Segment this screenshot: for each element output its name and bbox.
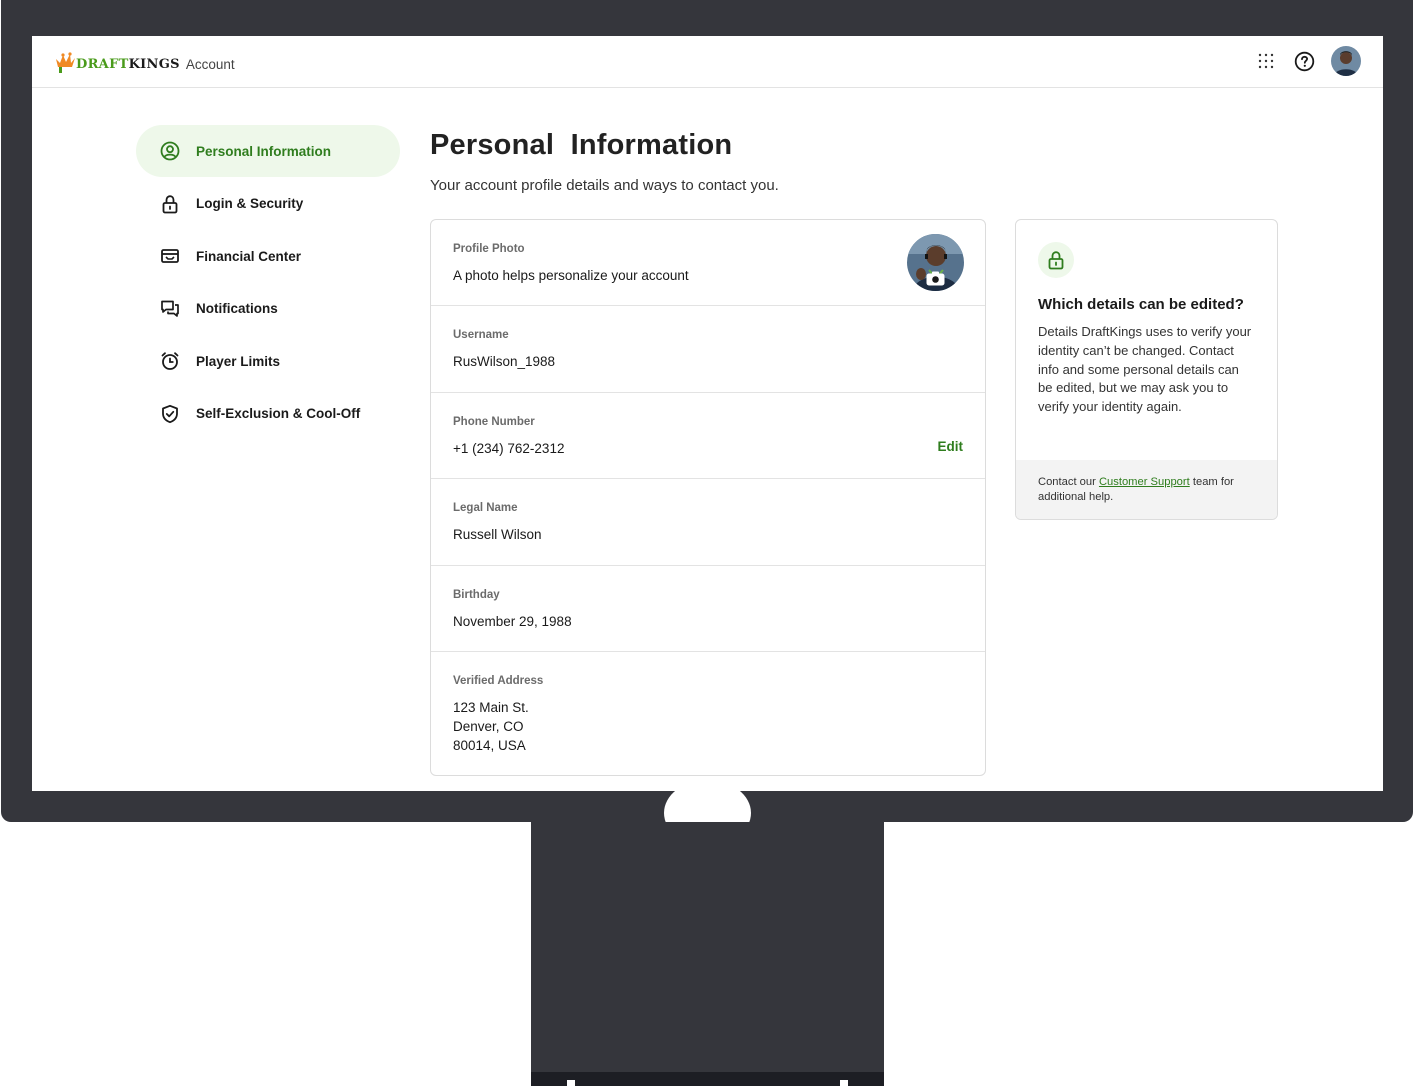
brand-kings: KINGS <box>128 57 180 72</box>
sidebar-item-notifications[interactable]: Notifications <box>136 283 400 335</box>
username-row: Username RusWilson_1988 <box>431 306 985 393</box>
username-value: RusWilson_1988 <box>453 354 556 370</box>
verified-address-value: 123 Main St. Denver, CO 80014, USA <box>453 698 963 755</box>
sidebar-item-label: Notifications <box>196 301 278 317</box>
monitor-stand-base <box>531 1072 884 1086</box>
profile-photo[interactable] <box>907 234 964 291</box>
edit-info-body: Which details can be edited? Details Dra… <box>1016 220 1277 460</box>
birthday-label: Birthday <box>453 588 500 601</box>
sidebar-item-label: Player Limits <box>196 353 281 369</box>
sidebar-item-label: Personal Information <box>196 143 332 159</box>
profile-details-card: Profile Photo A photo helps personalize … <box>430 219 986 776</box>
sidebar-item-login-security[interactable]: Login & Security <box>136 178 400 230</box>
sidebar-item-label: Financial Center <box>196 248 302 264</box>
legal-name-label: Legal Name <box>453 502 518 515</box>
help-icon[interactable] <box>1293 50 1315 72</box>
user-avatar[interactable] <box>1331 46 1361 76</box>
top-bar: DRAFTKINGS Account <box>32 36 1383 88</box>
apps-grid-icon[interactable] <box>1255 50 1277 72</box>
user-circle-icon <box>160 141 180 161</box>
legal-name-row: Legal Name Russell Wilson <box>431 479 985 566</box>
topbar-actions <box>1255 46 1361 76</box>
birthday-value: November 29, 1988 <box>453 613 572 629</box>
brand-suffix: Account <box>185 57 235 72</box>
alarm-clock-icon <box>160 351 180 371</box>
address-line-2: Denver, CO <box>453 718 524 734</box>
sidebar-item-self-exclusion[interactable]: Self-Exclusion & Cool-Off <box>136 388 400 440</box>
verified-address-label: Verified Address <box>453 674 544 687</box>
phone-number-label: Phone Number <box>453 415 535 428</box>
brand-draft: DRAFT <box>76 57 129 72</box>
edit-info-card: Which details can be edited? Details Dra… <box>1015 219 1278 520</box>
main-content: Personal Information Your account profil… <box>430 126 990 776</box>
info-footer-prefix: Contact our <box>1038 476 1099 488</box>
sidebar-item-player-limits[interactable]: Player Limits <box>136 335 400 387</box>
brand-logo[interactable]: DRAFTKINGS Account <box>54 49 235 75</box>
brand-wordmark: DRAFTKINGS <box>76 55 180 75</box>
lock-icon <box>1038 242 1074 278</box>
edit-phone-button[interactable]: Edit <box>938 439 964 454</box>
address-line-1: 123 Main St. <box>453 699 529 715</box>
page-title: Personal Information <box>430 129 733 161</box>
chat-bubbles-icon <box>160 299 180 319</box>
screen: DRAFTKINGS Account Personal Information … <box>32 36 1383 791</box>
sidebar-item-label: Login & Security <box>196 196 304 212</box>
sidebar-item-financial-center[interactable]: Financial Center <box>136 230 400 282</box>
profile-photo-description: A photo helps personalize your account <box>453 268 689 283</box>
lock-icon <box>160 194 180 214</box>
info-description: Details DraftKings uses to verify your i… <box>1038 324 1252 415</box>
page-subtitle: Your account profile details and ways to… <box>430 177 779 194</box>
profile-photo-row: Profile Photo A photo helps personalize … <box>431 220 985 307</box>
info-footer: Contact our Customer Support team for ad… <box>1016 460 1277 519</box>
stand-foot-right <box>840 1080 848 1086</box>
username-label: Username <box>453 329 509 342</box>
sidebar-item-personal-information[interactable]: Personal Information <box>136 125 400 177</box>
shield-check-icon <box>160 404 180 424</box>
address-line-3: 80014, USA <box>453 737 526 753</box>
verified-address-row: Verified Address 123 Main St. Denver, CO… <box>431 652 985 775</box>
customer-support-link[interactable]: Customer Support <box>1099 476 1190 488</box>
monitor-stand <box>531 822 884 1086</box>
legal-name-value: Russell Wilson <box>453 527 542 543</box>
phone-number-value: +1 (234) 762-2312 <box>453 440 565 456</box>
camera-icon <box>926 271 945 286</box>
birthday-row: Birthday November 29, 1988 <box>431 566 985 652</box>
crown-icon <box>56 52 75 73</box>
sidebar-nav: Personal Information Login & Security Fi… <box>136 125 400 441</box>
profile-photo-label: Profile Photo <box>453 243 525 255</box>
phone-number-row: Phone Number +1 (234) 762-2312 Edit <box>431 393 985 480</box>
sidebar-item-label: Self-Exclusion & Cool-Off <box>196 406 361 422</box>
wallet-icon <box>160 246 180 266</box>
info-title: Which details can be edited? <box>1038 296 1244 313</box>
stand-foot-left <box>567 1080 575 1086</box>
